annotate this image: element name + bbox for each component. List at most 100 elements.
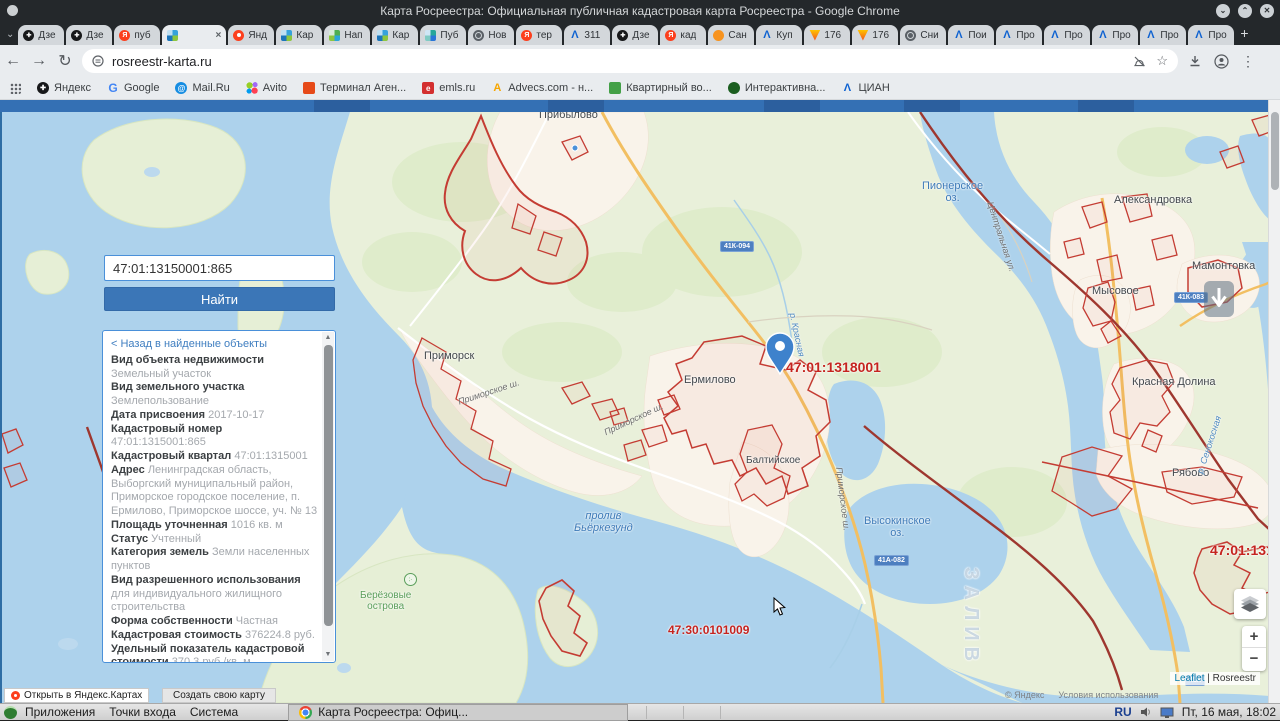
browser-tab[interactable]: тер	[516, 25, 562, 45]
display-icon[interactable]	[1160, 707, 1174, 718]
panel-scroll-thumb[interactable]	[324, 345, 333, 626]
browser-tab[interactable]: пуб	[114, 25, 160, 45]
site-header-segment	[314, 100, 370, 112]
cadastral-map[interactable]: Прибылово Пионерское оз. Александровка М…	[0, 112, 1268, 703]
browser-tab[interactable]: 311	[564, 25, 610, 45]
browser-tab[interactable]: 176	[852, 25, 898, 45]
back-to-results-link[interactable]: < Назад в найденные объекты	[111, 338, 318, 352]
site-header-segment	[904, 100, 960, 112]
browser-tab[interactable]: Дзе	[612, 25, 658, 45]
zoom-in-button[interactable]: +	[1242, 626, 1266, 648]
close-window-button[interactable]: ✕	[1260, 4, 1274, 18]
taskbar-menu-system[interactable]: Система	[190, 705, 238, 719]
layers-button[interactable]	[1234, 589, 1266, 619]
search-button[interactable]: Найти	[104, 287, 335, 311]
volume-icon[interactable]	[1140, 706, 1152, 718]
browser-tab[interactable]: Кар	[276, 25, 322, 45]
zoom-out-button[interactable]: −	[1242, 648, 1266, 670]
shade-window-button[interactable]: ⌄	[1216, 4, 1230, 18]
bookmark-favicon-icon	[422, 82, 434, 94]
taskbar-menu-applications[interactable]: Приложения	[25, 705, 95, 719]
browser-tab[interactable]: Кар	[372, 25, 418, 45]
scroll-up-arrow-icon[interactable]: ▲	[322, 332, 334, 344]
browser-tab[interactable]: Куп	[756, 25, 802, 45]
bookmark-item[interactable]: emls.ru	[422, 82, 475, 94]
maximize-window-button[interactable]: ⌃	[1238, 4, 1252, 18]
tab-favicon-icon	[1145, 30, 1156, 41]
browser-tab[interactable]: Про	[996, 25, 1042, 45]
tab-label: Дзе	[632, 30, 649, 41]
apps-grid-icon[interactable]	[10, 83, 21, 94]
new-tab-button[interactable]: +	[1240, 25, 1248, 41]
tab-close-icon[interactable]: ×	[216, 30, 222, 41]
browser-tab[interactable]: Про	[1140, 25, 1186, 45]
browser-scroll-thumb[interactable]	[1271, 112, 1279, 190]
site-header-segment	[1078, 100, 1134, 112]
tab-favicon-icon	[569, 30, 580, 41]
browser-tab[interactable]: Пои	[948, 25, 994, 45]
profile-icon[interactable]	[1214, 54, 1229, 69]
bookmark-item[interactable]: Квартирный во...	[609, 82, 712, 94]
yandex-terms-link[interactable]: Условия использования	[1058, 690, 1158, 700]
downloads-icon[interactable]	[1188, 54, 1202, 68]
browser-tab[interactable]: Янд	[228, 25, 274, 45]
browser-tab[interactable]: Сни	[900, 25, 946, 45]
browser-tab[interactable]: Про	[1092, 25, 1138, 45]
notifications-blocked-icon[interactable]	[1133, 55, 1146, 68]
leaflet-attribution: Leaflet | Rosreestr	[1170, 672, 1260, 685]
browser-tab[interactable]: 176	[804, 25, 850, 45]
bookmark-item[interactable]: Терминал Аген...	[303, 82, 406, 94]
bookmark-item[interactable]: Mail.Ru	[175, 82, 229, 94]
tab-search-chevron-icon[interactable]: ⌄	[6, 29, 14, 40]
bookmark-item[interactable]: ЦИАН	[841, 82, 889, 94]
bookmark-favicon-icon	[175, 82, 187, 94]
forward-button[interactable]: →	[26, 52, 52, 70]
cadastral-label-quarter-bottom: 47:30:0101009	[668, 623, 749, 637]
app-launcher-icon[interactable]	[4, 706, 17, 719]
browser-scrollbar[interactable]	[1268, 100, 1280, 703]
detail-field-label: Вид объекта недвижимости	[111, 354, 264, 366]
panel-scrollbar[interactable]: ▲ ▼	[322, 332, 334, 661]
taskbar-menu-places[interactable]: Точки входа	[109, 705, 176, 719]
browser-tab[interactable]: Сан	[708, 25, 754, 45]
create-own-map-button[interactable]: Создать свою карту	[162, 688, 276, 703]
back-button[interactable]: ←	[0, 52, 26, 70]
browser-tab[interactable]: Про	[1044, 25, 1090, 45]
browser-tab[interactable]: кад	[660, 25, 706, 45]
browser-tab[interactable]: Дзе	[66, 25, 112, 45]
browser-tab[interactable]: ×	[162, 25, 226, 45]
browser-tab[interactable]: Дзе	[18, 25, 64, 45]
scroll-down-arrow-icon[interactable]: ▼	[322, 649, 334, 661]
browser-tab[interactable]: Про	[1188, 25, 1234, 45]
clock[interactable]: Пт, 16 мая, 18:02	[1182, 705, 1276, 719]
leaflet-link[interactable]: Leaflet	[1174, 673, 1204, 684]
tab-favicon-icon	[167, 30, 178, 41]
chrome-menu-icon[interactable]: ⋮	[1241, 53, 1255, 70]
cadastral-search-input[interactable]	[104, 255, 335, 281]
strait-label-bjorkesund: пролив Бьёркезунд	[574, 510, 633, 534]
taskbar-separator	[683, 706, 684, 719]
address-bar[interactable]: rosreestr-karta.ru ☆	[82, 49, 1178, 73]
url-text[interactable]: rosreestr-karta.ru	[112, 54, 1125, 69]
tab-favicon-icon	[281, 30, 292, 41]
bookmark-favicon-icon	[491, 82, 503, 94]
layers-icon	[1240, 596, 1260, 612]
site-settings-icon[interactable]	[92, 55, 104, 67]
browser-tab[interactable]: Нап	[324, 25, 370, 45]
browser-tab[interactable]: Нов	[468, 25, 514, 45]
bookmark-item[interactable]: Яндекс	[37, 82, 91, 94]
yandex-copyright-link[interactable]: © Яндекс	[1005, 690, 1044, 700]
reload-button[interactable]: ↻	[52, 51, 78, 71]
browser-tab[interactable]: Пуб	[420, 25, 466, 45]
detail-field: Кадастровый квартал 47:01:1315001	[111, 450, 318, 464]
active-task-button[interactable]: Карта Росреестра: Офиц...	[288, 704, 628, 721]
open-in-yandex-maps-button[interactable]: Открыть в Яндекс.Картах	[4, 688, 149, 703]
bookmark-item[interactable]: Интерактивна...	[728, 82, 826, 94]
bookmark-star-icon[interactable]: ☆	[1156, 53, 1168, 69]
tab-label: кад	[680, 30, 696, 41]
bookmark-item[interactable]: Avito	[246, 82, 287, 94]
bookmark-label: Google	[124, 82, 159, 94]
bookmark-item[interactable]: Google	[107, 82, 159, 94]
keyboard-layout-indicator[interactable]: RU	[1114, 705, 1131, 719]
bookmark-item[interactable]: Advecs.com - н...	[491, 82, 593, 94]
